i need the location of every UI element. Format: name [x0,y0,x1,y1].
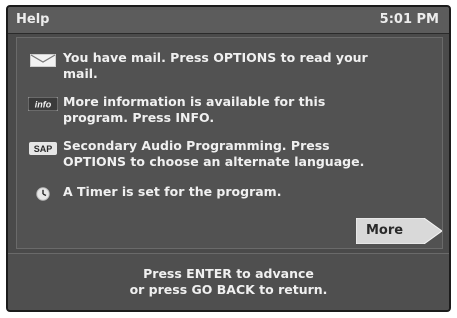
more-button[interactable]: More [356,218,442,244]
help-item-text: More information is available for this p… [63,94,326,125]
help-item-text: A Timer is set for the program. [63,184,282,199]
mail-envelope-icon [23,51,63,69]
footer-bar: Press ENTER to advance or press GO BACK … [8,253,449,310]
clock-time: 5:01 PM [379,12,439,27]
timer-icon [23,185,63,203]
help-item-text: You have mail. Press OPTIONS to read you… [63,50,368,81]
help-item-timer: A Timer is set for the program. [23,184,433,203]
more-button-label: More [366,223,404,238]
info-icon: info [23,95,63,113]
help-content-panel: You have mail. Press OPTIONS to read you… [16,37,443,249]
help-item-info: info More information is available for t… [23,94,433,126]
screen-title: Help [16,12,50,27]
help-item-sap: SAP Secondary Audio Programming. Press O… [23,138,433,170]
info-icon-label: info [35,100,52,110]
header-bar: Help 5:01 PM [8,7,449,34]
help-item-text: Secondary Audio Programming. Press OPTIO… [63,138,365,169]
sap-icon: SAP [23,139,63,157]
footer-instructions: Press ENTER to advance or press GO BACK … [129,266,328,297]
help-screen: Help 5:01 PM You have mail. Press OPTION… [6,5,451,312]
sap-icon-label: SAP [34,144,53,154]
help-item-mail: You have mail. Press OPTIONS to read you… [23,50,433,82]
